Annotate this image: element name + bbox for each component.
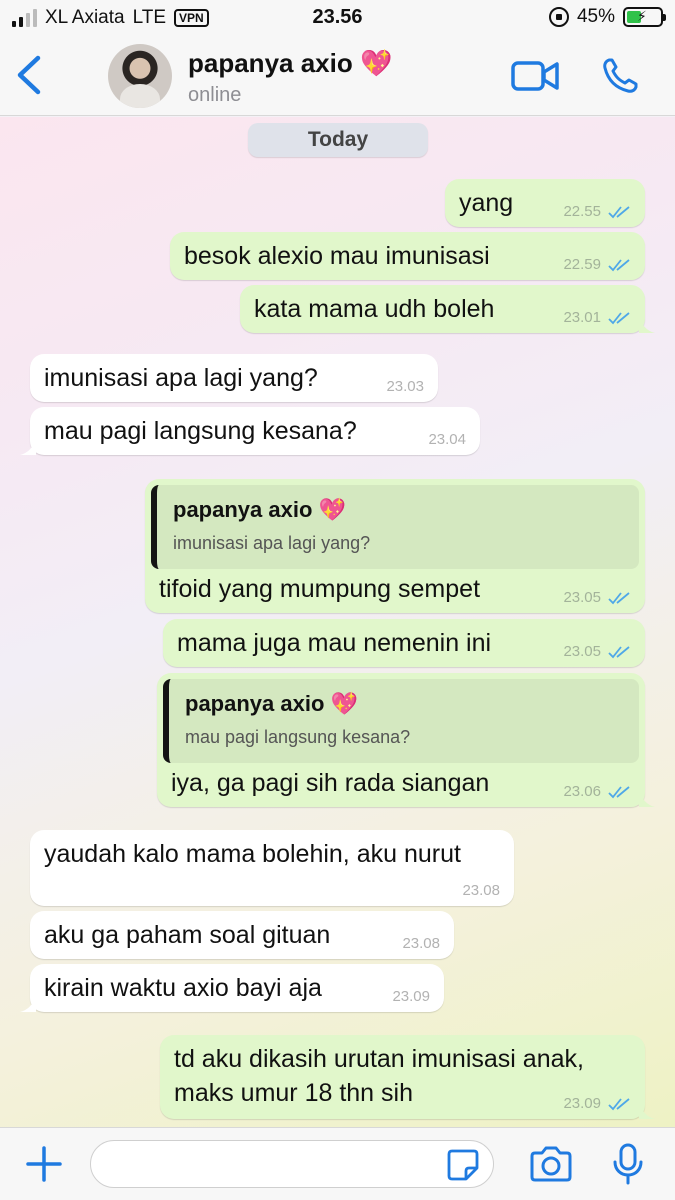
incoming-message[interactable]: imunisasi apa lagi yang? 23.03: [30, 354, 438, 402]
battery-icon: ⚡: [623, 7, 666, 27]
composer-bar: [0, 1127, 675, 1200]
message-time: 23.04: [428, 431, 466, 448]
message-time: 23.08: [462, 882, 500, 899]
message-time: 23.09: [392, 988, 430, 1005]
read-ticks-icon: [608, 645, 630, 658]
outgoing-message[interactable]: td aku dikasih urutan imunisasi anak, ma…: [160, 1035, 655, 1119]
message-time: 23.09: [563, 1095, 601, 1112]
read-ticks-icon: [608, 205, 630, 218]
chat-header: papanya axio 💖 online: [0, 38, 675, 116]
message-time: 23.08: [402, 935, 440, 952]
video-call-icon[interactable]: [510, 58, 560, 94]
message-time: 22.55: [563, 203, 601, 220]
message-meta: 23.03: [386, 378, 424, 395]
message-text: aku ga paham soal gituan: [44, 921, 331, 949]
bubble-tail: [639, 315, 655, 333]
message-time: 23.06: [563, 783, 601, 800]
read-ticks-icon: [608, 591, 630, 604]
microphone-icon[interactable]: [610, 1142, 646, 1186]
outgoing-reply-message[interactable]: papanya axio 💖 imunisasi apa lagi yang? …: [145, 479, 645, 613]
voice-call-icon[interactable]: [600, 56, 640, 96]
message-text: mama juga mau nemenin ini: [177, 629, 492, 657]
read-ticks-icon: [608, 258, 630, 271]
message-text: mau pagi langsung kesana?: [44, 417, 357, 445]
quoted-text: imunisasi apa lagi yang?: [173, 533, 371, 553]
message-text-line2: maks umur 18 thn sih: [174, 1079, 413, 1107]
message-meta: 23.05: [563, 643, 631, 660]
bubble-tail: [20, 994, 36, 1012]
message-meta: 23.04: [428, 431, 466, 448]
message-meta: 23.09: [392, 988, 430, 1005]
contact-name[interactable]: papanya axio 💖: [188, 48, 392, 79]
message-input[interactable]: [90, 1140, 494, 1188]
message-time: 23.01: [563, 309, 601, 326]
rotation-lock-icon: [548, 7, 569, 27]
plus-icon[interactable]: [24, 1144, 64, 1184]
message-text: yaudah kalo mama bolehin, aku nurut: [44, 840, 461, 868]
message-time: 23.05: [563, 589, 601, 606]
message-meta: 23.06: [563, 783, 631, 800]
back-chevron-icon[interactable]: [10, 52, 50, 98]
camera-icon[interactable]: [528, 1144, 574, 1184]
message-time: 23.03: [386, 378, 424, 395]
quoted-message[interactable]: papanya axio 💖 mau pagi langsung kesana?: [163, 679, 639, 763]
message-text: kirain waktu axio bayi aja: [44, 974, 322, 1002]
outgoing-message[interactable]: besok alexio mau imunisasi 22.59: [170, 232, 645, 280]
quoted-sender: papanya axio 💖: [173, 497, 346, 522]
sticker-icon[interactable]: [446, 1148, 480, 1182]
bubble-tail: [639, 789, 655, 807]
outgoing-message[interactable]: kata mama udh boleh 23.01: [240, 285, 655, 333]
incoming-message[interactable]: mau pagi langsung kesana? 23.04: [20, 407, 480, 455]
read-ticks-icon: [608, 311, 630, 324]
bubble-tail: [639, 1101, 655, 1119]
contact-status: online: [188, 84, 242, 106]
message-time: 23.05: [563, 643, 601, 660]
quoted-text: mau pagi langsung kesana?: [185, 727, 411, 747]
status-bar: XL Axiata LTE VPN 23.56 45% ⚡: [0, 0, 675, 38]
message-text: yang: [459, 189, 514, 217]
outgoing-message[interactable]: mama juga mau nemenin ini 23.05: [163, 619, 645, 667]
message-meta: 23.05: [563, 589, 631, 606]
message-meta: 23.08: [462, 882, 500, 899]
contact-avatar[interactable]: [108, 44, 172, 108]
outgoing-message[interactable]: yang 22.55: [445, 179, 645, 227]
incoming-message[interactable]: aku ga paham soal gituan 23.08: [30, 911, 454, 959]
message-meta: 23.08: [402, 935, 440, 952]
day-divider: Today: [248, 123, 428, 157]
message-text: iya, ga pagi sih rada siangan: [171, 769, 490, 797]
incoming-message[interactable]: kirain waktu axio bayi aja 23.09: [20, 964, 444, 1012]
message-text: besok alexio mau imunisasi: [184, 242, 490, 270]
message-meta: 23.09: [563, 1095, 631, 1112]
outgoing-reply-message[interactable]: papanya axio 💖 mau pagi langsung kesana?…: [157, 673, 655, 807]
bubble-tail: [20, 437, 36, 455]
read-ticks-icon: [608, 1097, 630, 1110]
message-text: imunisasi apa lagi yang?: [44, 364, 318, 392]
message-meta: 23.01: [563, 309, 631, 326]
battery-percent: 45%: [576, 6, 615, 27]
quoted-sender: papanya axio 💖: [185, 691, 358, 716]
message-text: kata mama udh boleh: [254, 295, 495, 323]
read-ticks-icon: [608, 785, 630, 798]
message-meta: 22.59: [563, 256, 631, 273]
message-text: tifoid yang mumpung sempet: [159, 575, 481, 603]
quoted-message[interactable]: papanya axio 💖 imunisasi apa lagi yang?: [151, 485, 639, 569]
message-meta: 22.55: [563, 203, 631, 220]
message-list[interactable]: Today yang 22.55 besok alexio mau imunis…: [0, 117, 675, 1127]
incoming-message[interactable]: yaudah kalo mama bolehin, aku nurut 23.0…: [30, 830, 514, 906]
message-text-line1: td aku dikasih urutan imunisasi anak,: [174, 1045, 584, 1073]
message-time: 22.59: [563, 256, 601, 273]
status-right: 45% ⚡: [548, 6, 666, 28]
